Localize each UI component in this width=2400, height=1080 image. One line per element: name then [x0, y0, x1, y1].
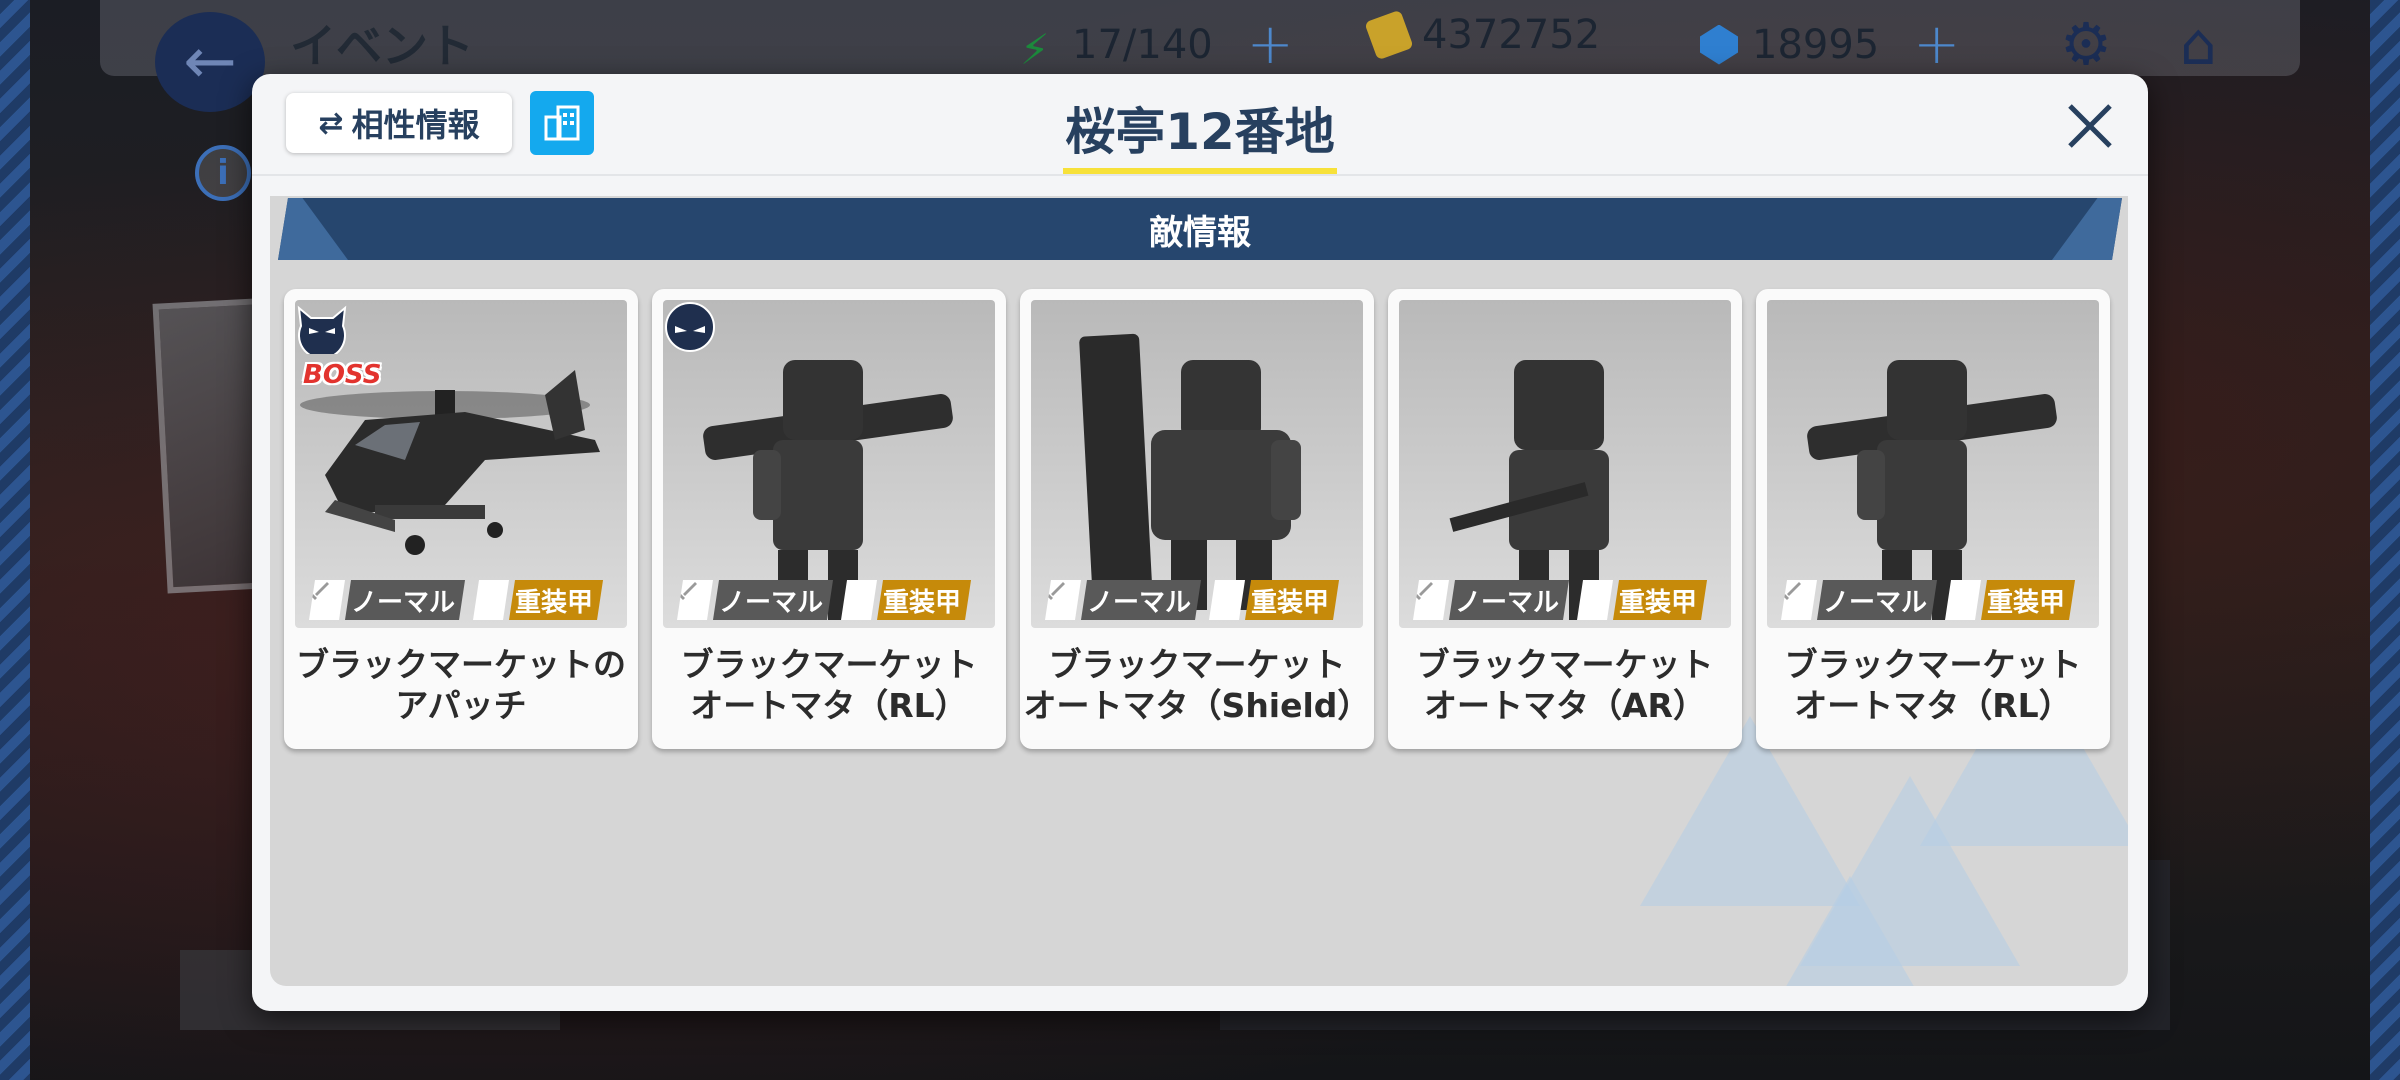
- boss-label: BOSS: [303, 360, 382, 390]
- armor-type-tag: 重装甲: [1945, 580, 2075, 620]
- shield-icon: [1577, 580, 1613, 620]
- shield-icon: [1945, 580, 1981, 620]
- info-icon[interactable]: i: [195, 145, 251, 201]
- gem-value: 18995: [1752, 21, 1880, 68]
- close-button[interactable]: [2062, 98, 2118, 154]
- attack-type-tag: ノーマル: [1045, 580, 1201, 620]
- home-icon[interactable]: ⌂: [2180, 10, 2217, 78]
- gem-icon: [1700, 24, 1738, 65]
- automata-ar-image: [1449, 360, 1609, 620]
- automata-rl-image: [1807, 360, 2057, 620]
- enemy-tags: ノーマル 重装甲: [309, 580, 603, 620]
- enemy-portrait: ノーマル 重装甲: [1767, 300, 2099, 628]
- sword-icon: [1781, 580, 1817, 620]
- enemy-icon: [665, 302, 715, 352]
- close-icon: [2068, 104, 2112, 148]
- armor-type-tag: 重装甲: [841, 580, 971, 620]
- credit-counter: 4372752: [1364, 9, 1601, 61]
- energy-value: 17/140: [1072, 21, 1213, 68]
- enemy-tags: ノーマル 重装甲: [1045, 580, 1339, 620]
- add-energy-plus-icon[interactable]: +: [1247, 12, 1294, 77]
- credit-value: 4372752: [1422, 12, 1601, 58]
- gear-icon[interactable]: ⚙: [2060, 10, 2112, 78]
- enemy-name: ブラックマーケット オートマタ（RL）: [680, 645, 978, 725]
- enemy-name: ブラックマーケット オートマタ（AR）: [1416, 645, 1714, 725]
- enemy-portrait: ノーマル 重装甲: [1031, 300, 1363, 628]
- gem-counter: 18995 +: [1700, 12, 1960, 77]
- sword-icon: [1413, 580, 1449, 620]
- right-border-stripe: [2370, 0, 2400, 1080]
- enemy-tags: ノーマル 重装甲: [677, 580, 971, 620]
- enemy-portrait: ノーマル 重装甲: [663, 300, 995, 628]
- enemy-card[interactable]: ノーマル 重装甲 ブラックマーケット オートマタ（RL）: [1756, 289, 2110, 749]
- screen-title: イベント: [290, 19, 474, 73]
- shield-icon: [841, 580, 877, 620]
- enemy-portrait: ノーマル 重装甲: [1399, 300, 1731, 628]
- enemy-portrait: BOSS ノーマル 重装甲: [295, 300, 627, 628]
- dialog-title: 桜亭12番地: [252, 92, 2148, 174]
- enemy-tags: ノーマル 重装甲: [1781, 580, 2075, 620]
- automata-shield-image: [1079, 333, 1301, 610]
- attack-type-tag: ノーマル: [1781, 580, 1937, 620]
- sword-icon: [1045, 580, 1081, 620]
- shield-icon: [1209, 580, 1245, 620]
- decorative-shape: [1740, 876, 1960, 986]
- attack-type-tag: ノーマル: [309, 580, 465, 620]
- enemy-name: ブラックマーケットの アパッチ: [296, 645, 626, 725]
- boss-icon: [297, 305, 347, 354]
- sword-icon: [677, 580, 713, 620]
- credit-icon: [1364, 9, 1414, 61]
- enemy-card[interactable]: BOSS ノーマル 重装甲 ブラックマーケットの アパッチ: [284, 289, 638, 749]
- enemy-tags: ノーマル 重装甲: [1413, 580, 1707, 620]
- dialog-header: ⇄ 相性情報 桜亭12番地: [252, 74, 2148, 176]
- enemy-info-banner: 敵情報: [278, 198, 2122, 260]
- armor-type-tag: 重装甲: [1577, 580, 1707, 620]
- enemy-list: BOSS ノーマル 重装甲 ブラックマーケットの アパッチ ノーマル 重装甲 ブ…: [284, 289, 2114, 829]
- header-divider: [252, 174, 2148, 176]
- energy-counter: ⚡ 17/140 +: [1020, 12, 1294, 77]
- back-button[interactable]: ←: [155, 12, 265, 112]
- attack-type-tag: ノーマル: [677, 580, 833, 620]
- stage-info-dialog: ⇄ 相性情報 桜亭12番地 敵情報 BOSS ノーマル 重装甲 ブラックマーケッ…: [252, 74, 2148, 1011]
- shield-icon: [473, 580, 509, 620]
- armor-type-tag: 重装甲: [1209, 580, 1339, 620]
- section-title: 敵情報: [1149, 212, 1251, 253]
- enemy-card[interactable]: ノーマル 重装甲 ブラックマーケット オートマタ（RL）: [652, 289, 1006, 749]
- add-gem-plus-icon[interactable]: +: [1913, 12, 1960, 77]
- energy-icon: ⚡: [1020, 24, 1050, 74]
- armor-type-tag: 重装甲: [473, 580, 603, 620]
- enemy-name: ブラックマーケット オートマタ（RL）: [1784, 645, 2082, 725]
- left-border-stripe: [0, 0, 30, 1080]
- enemy-name: ブラックマーケット オートマタ（Shield）: [1023, 645, 1371, 725]
- back-arrow-icon: ←: [183, 25, 237, 99]
- sword-icon: [309, 580, 345, 620]
- attack-type-tag: ノーマル: [1413, 580, 1569, 620]
- enemy-card[interactable]: ノーマル 重装甲 ブラックマーケット オートマタ（Shield）: [1020, 289, 1374, 749]
- enemy-card[interactable]: ノーマル 重装甲 ブラックマーケット オートマタ（AR）: [1388, 289, 1742, 749]
